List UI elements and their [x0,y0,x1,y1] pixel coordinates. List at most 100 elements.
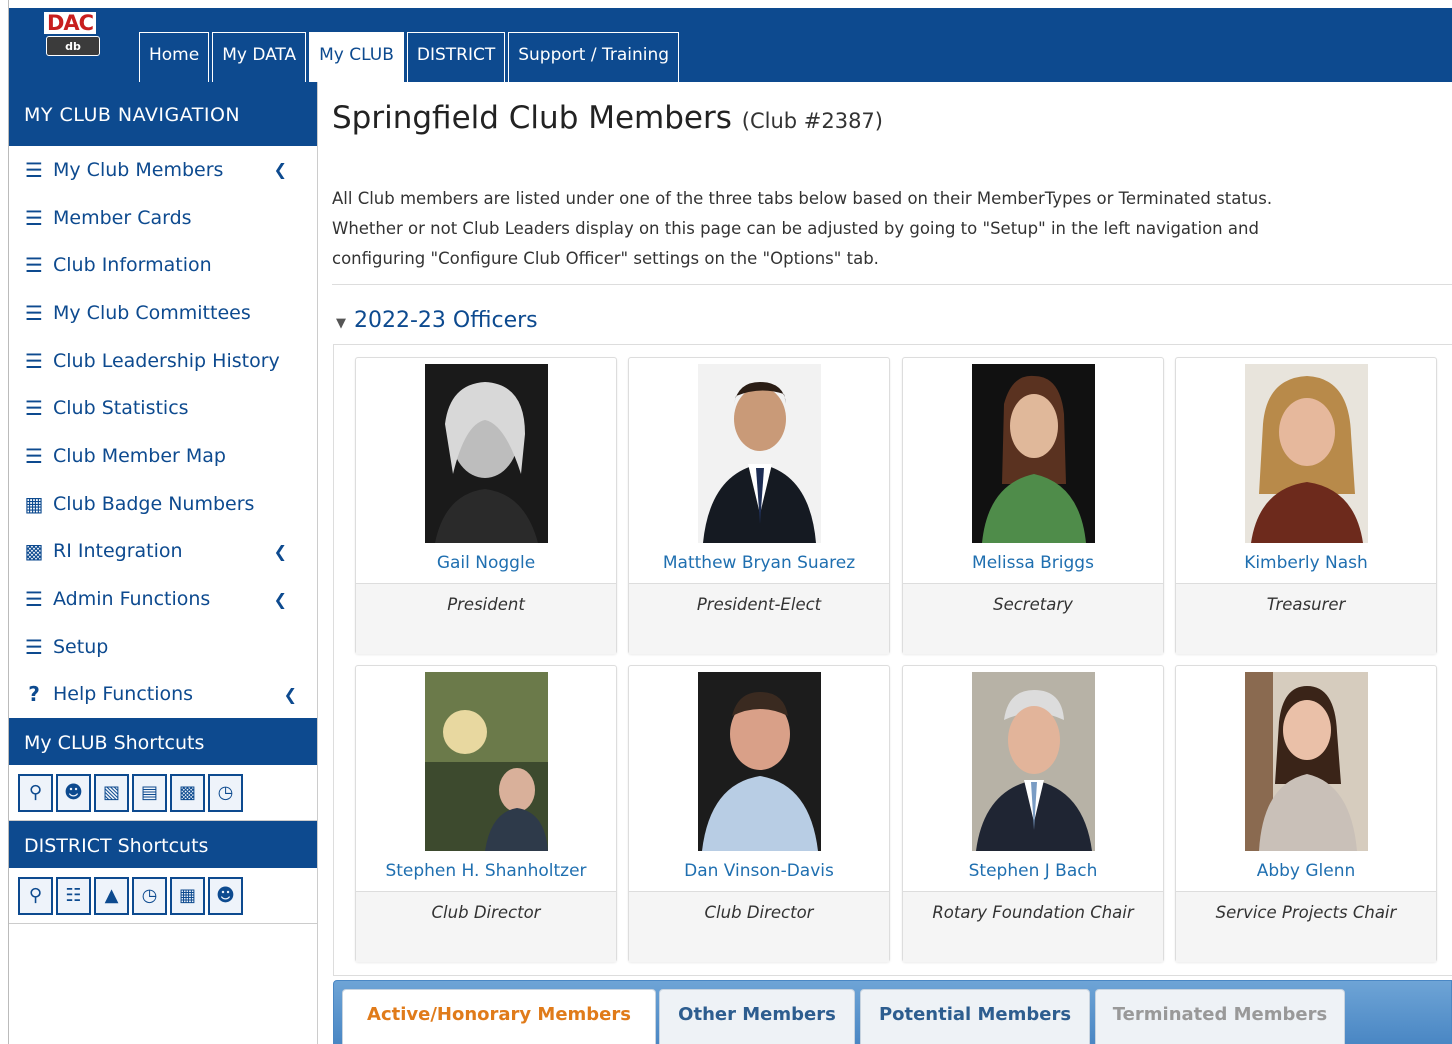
sidebar-item-club-leadership-history[interactable]: ☰ Club Leadership History [9,337,317,385]
officer-card: Stephen H. Shanholtzer Club Director [355,665,617,962]
officer-role: Rotary Foundation Chair [903,892,1163,962]
list-icon: ☰ [25,396,43,421]
folder-icon[interactable]: ▧ [94,773,129,812]
group-icon[interactable]: ☻ [208,876,243,915]
main-content: Springfield Club Members (Club #2387) Al… [332,82,1452,1044]
sidebar-item-setup[interactable]: ☰ Setup [9,623,317,671]
sidebar-item-help-functions[interactable]: ? Help Functions ❮ [9,671,317,719]
window-left-edge [0,0,9,1044]
officers-section-title: 2022-23 Officers [354,308,538,333]
club-shortcuts-header: My CLUB Shortcuts [9,718,317,766]
officer-name-link[interactable]: Melissa Briggs [903,546,1163,584]
top-nav-tabs: Home My DATA My CLUB DISTRICT Support / … [139,32,682,82]
chevron-left-icon: ❮ [273,160,287,180]
intro-text: All Club members are listed under one of… [332,189,1273,268]
list-icon: ☰ [25,443,43,468]
officer-name-link[interactable]: Stephen J Bach [903,854,1163,892]
sidebar-item-my-club-members[interactable]: ☰ My Club Members ❮ [9,146,317,194]
sidebar-item-label: Club Badge Numbers [53,492,255,515]
sidebar-item-club-information[interactable]: ☰ Club Information [9,241,317,289]
top-navigation-bar: DAC db Home My DATA My CLUB DISTRICT Sup… [9,8,1452,82]
member-tabs-bar: Active/Honorary Members Other Members Po… [333,980,1452,1044]
sidebar-item-label: Member Cards [53,206,192,229]
officer-name-link[interactable]: Gail Noggle [356,546,616,584]
officer-role: Secretary [903,584,1163,654]
table-icon: ▩ [24,539,44,564]
sidebar: MY CLUB NAVIGATION ☰ My Club Members ❮ ☰… [9,82,318,1044]
officer-photo [1245,364,1368,543]
officer-card: Stephen J Bach Rotary Foundation Chair [902,665,1164,962]
officer-photo [972,364,1095,543]
officers-section-toggle[interactable]: ▼ 2022-23 Officers [336,308,538,333]
question-icon: ? [28,682,40,707]
search-member-icon[interactable]: ⚲ [18,773,53,812]
sidebar-item-member-cards[interactable]: ☰ Member Cards [9,194,317,242]
people-icon[interactable]: ☻ [56,773,91,812]
officer-name-link[interactable]: Matthew Bryan Suarez [629,546,889,584]
sidebar-item-ri-integration[interactable]: ▩ RI Integration ❮ [9,528,317,576]
page-title-text: Springfield Club Members [332,100,732,136]
tab-terminated-members[interactable]: Terminated Members [1095,989,1345,1044]
sidebar-item-club-badge-numbers[interactable]: ▦ Club Badge Numbers [9,480,317,528]
org-chart-icon[interactable]: ☷ [56,876,91,915]
sidebar-item-label: Help Functions [53,683,194,706]
list-icon: ☰ [25,300,43,325]
schedule-icon[interactable]: ▦ [170,876,205,915]
officers-panel: Gail Noggle President Matthew Bryan Suar… [333,344,1452,976]
tab-support-training[interactable]: Support / Training [508,32,680,82]
officer-name-link[interactable]: Dan Vinson-Davis [629,854,889,892]
officer-card: Melissa Briggs Secretary [902,357,1164,654]
district-shortcuts-row: ⚲ ☷ ▲ ◷ ▦ ☻ [9,868,317,925]
sidebar-item-club-member-map[interactable]: ☰ Club Member Map [9,432,317,480]
officer-photo [972,672,1095,851]
chevron-left-icon: ❮ [273,541,287,561]
officer-card: Abby Glenn Service Projects Chair [1175,665,1437,962]
chart-icon[interactable]: ▲ [94,876,129,915]
officer-role: Service Projects Chair [1176,892,1436,962]
list-icon: ☰ [25,348,43,373]
clock-icon[interactable]: ◷ [208,773,243,812]
officer-role: President [356,584,616,654]
officer-card: Gail Noggle President [355,357,617,654]
tab-my-club[interactable]: My CLUB [309,32,404,82]
officer-name-link[interactable]: Stephen H. Shanholtzer [356,854,616,892]
officer-name-link[interactable]: Abby Glenn [1176,854,1436,892]
sidebar-item-my-club-committees[interactable]: ☰ My Club Committees [9,289,317,337]
tab-my-data[interactable]: My DATA [212,32,307,82]
tab-active-honorary-members[interactable]: Active/Honorary Members [342,989,656,1044]
list-icon: ☰ [25,634,43,659]
officer-photo [425,672,548,851]
sidebar-item-admin-functions[interactable]: ☰ Admin Functions ❮ [9,575,317,623]
sidebar-item-label: Setup [53,635,109,658]
sidebar-item-label: Club Leadership History [53,349,280,372]
tab-home[interactable]: Home [139,32,210,82]
list-icon: ☰ [25,253,43,278]
clock-icon[interactable]: ◷ [132,876,167,915]
search-member-icon[interactable]: ⚲ [18,876,53,915]
sidebar-item-label: Club Member Map [53,444,226,467]
chevron-left-icon: ❮ [273,589,287,609]
tab-potential-members[interactable]: Potential Members [860,989,1090,1044]
page-title: Springfield Club Members (Club #2387) [332,100,883,136]
sidebar-item-label: My Club Committees [53,301,251,324]
sidebar-item-club-statistics[interactable]: ☰ Club Statistics [9,384,317,432]
sidebar-item-label: My Club Members [53,158,224,181]
club-shortcuts-row: ⚲ ☻ ▧ ▤ ▩ ◷ [9,765,317,822]
officer-role: Club Director [629,892,889,962]
district-shortcuts-header: DISTRICT Shortcuts [9,821,317,869]
dacdb-logo[interactable]: DAC db [38,12,104,72]
officer-name-link[interactable]: Kimberly Nash [1176,546,1436,584]
officer-role: President-Elect [629,584,889,654]
collapse-triangle-icon: ▼ [336,316,346,331]
sidebar-item-label: Admin Functions [53,588,211,611]
tab-other-members[interactable]: Other Members [659,989,855,1044]
menu-icon: ☰ [25,157,43,182]
sidebar-item-label: Club Information [53,254,212,277]
book-icon[interactable]: ▤ [132,773,167,812]
club-number: (Club #2387) [741,109,883,133]
list-icon: ☰ [25,205,43,230]
officer-role: Treasurer [1176,584,1436,654]
tab-district[interactable]: DISTRICT [406,32,506,82]
file-folder-icon[interactable]: ▩ [170,773,205,812]
officer-photo [698,672,821,851]
